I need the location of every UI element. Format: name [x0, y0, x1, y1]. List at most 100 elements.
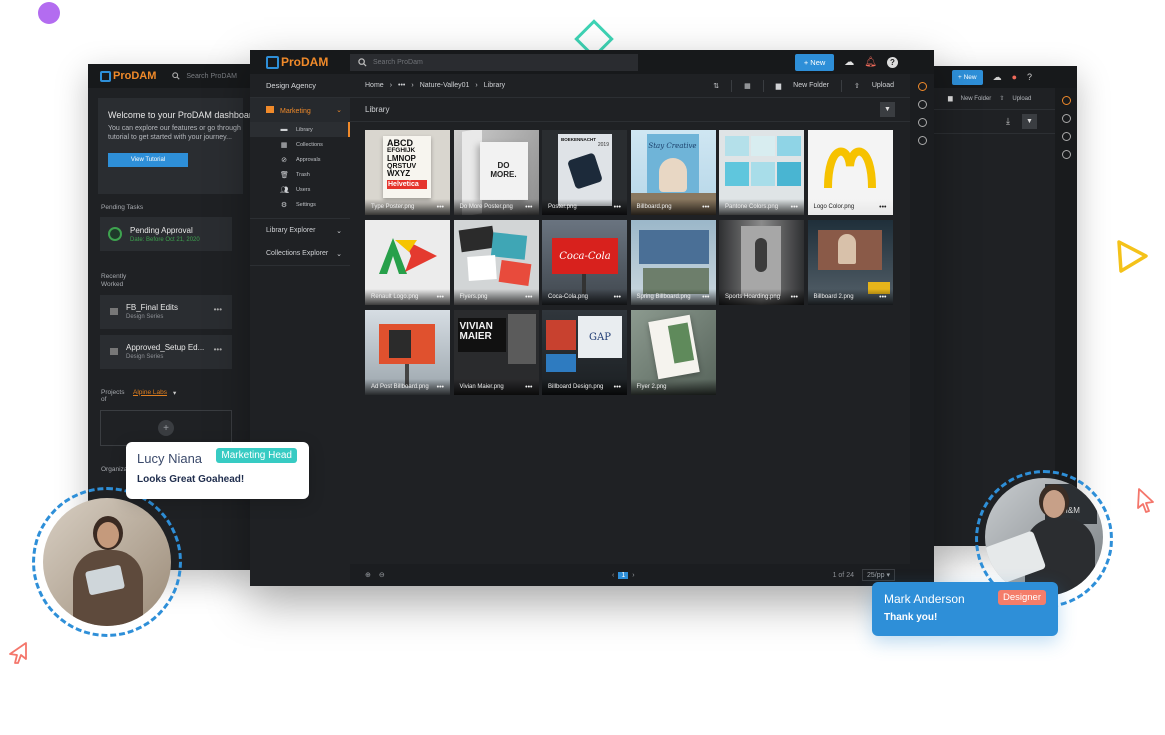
add-project-card[interactable]: + — [100, 410, 232, 447]
billboard-red-thumbnail: Coca-Cola — [552, 238, 618, 274]
search-icon — [172, 72, 180, 80]
chevron-down-icon: ⌄ — [336, 107, 342, 114]
zoom-out-icon[interactable]: ⊖ — [379, 571, 385, 579]
new-folder-button[interactable]: New Folder — [961, 96, 992, 102]
chevron-down-icon: ⌄ — [336, 250, 342, 258]
check-icon[interactable] — [917, 136, 927, 145]
asset-tile[interactable]: ABCD EFGHIJK LMNOP QRSTUV WXYZ Helvetica… — [365, 130, 450, 215]
sort-icon[interactable]: ⇅ — [713, 82, 719, 90]
more-icon: ••• — [436, 203, 444, 211]
recent-file[interactable]: FB_Final Edits Design Series ••• — [100, 294, 232, 329]
check-icon[interactable] — [1061, 150, 1071, 159]
more-icon: ••• — [525, 293, 533, 301]
filter-icon[interactable]: ▼ — [1022, 114, 1037, 129]
sidebar-item-settings[interactable]: ⚙ Settings — [250, 197, 350, 212]
asset-tile[interactable]: Logo Color.png ••• — [807, 130, 893, 215]
upload-button[interactable]: Upload — [1012, 96, 1031, 102]
library-content: Home › ••• › Nature-Valley01 › Library ⇅… — [350, 74, 910, 564]
dashboard-search[interactable]: Search ProDAM — [172, 72, 237, 80]
history-icon[interactable] — [917, 118, 927, 127]
sidebar-item-library[interactable]: ▬ Library — [250, 122, 350, 137]
new-button[interactable]: + New — [794, 53, 835, 71]
more-icon: ••• — [790, 293, 798, 301]
bell-icon[interactable]: ● — [1012, 72, 1017, 83]
asset-tile[interactable]: DO MORE. Do More Poster.png ••• — [453, 130, 539, 215]
comment-icon[interactable] — [1061, 114, 1071, 123]
org-name[interactable]: Design Agency — [250, 74, 350, 98]
asset-tile[interactable]: GAP Billboard Design.png ••• — [542, 310, 627, 395]
next-page-icon[interactable]: › — [632, 572, 634, 579]
view-tutorial-button[interactable]: View Tutorial — [108, 152, 188, 167]
sidebar-item-collections[interactable]: ▦ Collections — [250, 137, 350, 152]
divider — [762, 79, 764, 92]
asset-tile[interactable]: Flyer 2.png — [630, 310, 716, 395]
chat-role-badge: Designer — [997, 590, 1046, 605]
asset-tile[interactable]: Renault Logo.png ••• — [365, 220, 450, 305]
check-circle-icon: ⊘ — [281, 156, 287, 164]
cloud-icon[interactable]: ☁ — [993, 72, 1002, 83]
prodam-logo: ProDAM — [100, 70, 156, 82]
project-selector[interactable]: Alpine Labs — [133, 389, 167, 405]
filter-icon[interactable]: ▼ — [880, 102, 895, 117]
asset-tile[interactable]: Spring Billboard.png ••• — [630, 220, 716, 305]
sidebar-library-explorer[interactable]: Library Explorer ⌄ — [250, 218, 350, 242]
help-icon[interactable]: ? — [1027, 72, 1032, 83]
pending-approval-card[interactable]: Pending Approval Date: Before Oct 21, 20… — [100, 217, 232, 251]
cloud-icon[interactable]: ☁ — [844, 57, 854, 68]
asset-tile[interactable]: Sports Hoarding.png ••• — [719, 220, 804, 305]
sidebar-collections-explorer[interactable]: Collections Explorer ⌄ — [250, 242, 350, 266]
more-icon: ••• — [613, 203, 621, 211]
asset-grid: ABCD EFGHIJK LMNOP QRSTUV WXYZ Helvetica… — [365, 130, 895, 395]
sidebar-section-marketing[interactable]: Marketing ⌄ — [250, 98, 350, 122]
sidebar-item-approvals[interactable]: ⊘ Approvals — [250, 152, 350, 167]
asset-tile[interactable]: VIVIAN MAIER Vivian Maier.png ••• — [453, 310, 539, 395]
upload-button[interactable]: Upload — [872, 82, 894, 89]
library-window: ProDAM Search ProDam + New ☁ 🔔︎ ? Design… — [250, 50, 934, 586]
history-icon[interactable] — [1061, 132, 1071, 141]
zoom-in-icon[interactable]: ⊕ — [365, 571, 371, 579]
search-input[interactable]: Search ProDam — [350, 53, 638, 71]
asset-tile[interactable]: Flyers.png ••• — [453, 220, 539, 305]
download-icon[interactable]: ⤓ — [1006, 116, 1010, 127]
welcome-card: Welcome to your ProDAM dashboard You can… — [98, 98, 253, 194]
asset-tile[interactable]: Pantone Colors.png ••• — [719, 130, 804, 215]
sidebar-item-trash[interactable]: 🗑︎ Trash — [250, 167, 350, 182]
help-icon[interactable]: ? — [887, 56, 898, 68]
asset-tile[interactable]: Ad Post Billboard.png ••• — [365, 310, 450, 395]
detail-topbar: + New ☁ ● ? — [930, 66, 1077, 88]
new-folder-button[interactable]: New Folder — [793, 82, 829, 89]
current-page[interactable]: 1 — [618, 571, 629, 579]
chat-name: Lucy Niana — [137, 451, 203, 466]
breadcrumb-home[interactable]: Home — [365, 82, 384, 89]
prodam-logo[interactable]: ProDAM — [266, 55, 350, 69]
asset-tile[interactable]: BOEKENNACHT 2019 Poster.png ••• — [542, 130, 627, 215]
more-icon[interactable]: ••• — [214, 345, 222, 354]
chat-bubble-mark: Mark Anderson Designer Thank you! — [872, 582, 1058, 636]
asset-tile[interactable]: Billboard 2.png ••• — [807, 220, 893, 305]
chat-message: Looks Great Goahead! — [137, 474, 245, 485]
asset-tile[interactable]: Stay Creative Billboard.png ••• — [630, 130, 716, 215]
recent-file[interactable]: Approved_Setup Ed... Design Series ••• — [100, 334, 232, 369]
info-icon[interactable] — [1061, 96, 1071, 105]
bell-icon[interactable]: 🔔︎ — [864, 57, 877, 68]
prev-page-icon[interactable]: ‹ — [612, 572, 614, 579]
plus-icon: + — [158, 420, 174, 437]
more-icon: ••• — [879, 203, 887, 211]
more-icon: ••• — [613, 293, 621, 301]
users-icon: 👥︎ — [280, 186, 289, 194]
info-icon[interactable] — [917, 82, 927, 91]
comment-icon[interactable] — [917, 100, 927, 109]
breadcrumb-folder[interactable]: Nature-Valley01 — [420, 82, 470, 89]
sidebar-item-users[interactable]: 👥︎ Users — [250, 182, 350, 197]
chevron-right-icon: › — [475, 82, 478, 89]
per-page-select[interactable]: 25/pp ▾ — [862, 569, 895, 581]
more-icon: ••• — [613, 383, 621, 391]
breadcrumb-ellipsis[interactable]: ••• — [398, 82, 405, 89]
grid-view-icon[interactable]: ▦ — [744, 82, 751, 90]
more-icon[interactable]: ••• — [214, 305, 222, 314]
pagination: ‹ 1 › — [612, 571, 635, 579]
avatar-lucy — [43, 498, 171, 626]
new-button-secondary[interactable]: + New — [952, 69, 983, 85]
folder-icon — [110, 348, 118, 356]
asset-tile[interactable]: Coca-Cola Coca-Cola.png ••• — [542, 220, 627, 305]
